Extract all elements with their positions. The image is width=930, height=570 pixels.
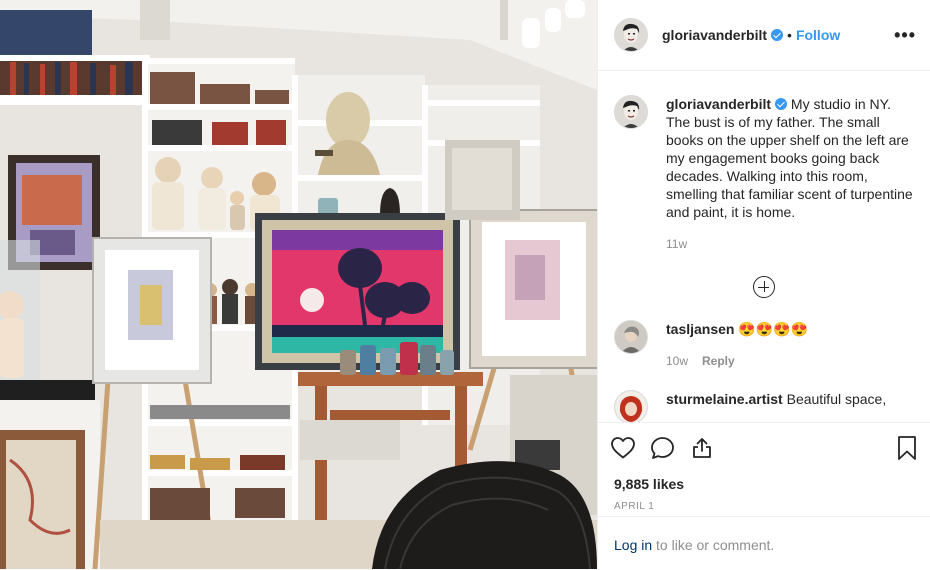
verified-badge-icon: [771, 29, 784, 41]
login-link[interactable]: Log in: [614, 537, 652, 553]
comments-list[interactable]: gloriavanderbilt My studio in NY. The bu…: [598, 72, 930, 422]
comment-time[interactable]: 10w: [666, 354, 688, 368]
reply-button[interactable]: Reply: [702, 354, 735, 368]
post-actions: 9,885 likes APRIL 1 Log in to like or co…: [598, 422, 930, 570]
avatar[interactable]: [614, 18, 648, 52]
comment-username[interactable]: sturmelaine.artist: [666, 391, 783, 407]
follow-button[interactable]: Follow: [796, 27, 840, 43]
avatar[interactable]: [614, 320, 648, 354]
likes-count[interactable]: 9,885 likes: [598, 463, 930, 492]
comment-icon[interactable]: [650, 436, 676, 460]
separator-dot: •: [787, 27, 792, 43]
post-date[interactable]: APRIL 1: [598, 492, 930, 512]
comment-text: Beautiful space,: [786, 391, 887, 407]
login-prompt: Log in to like or comment.: [598, 516, 930, 553]
verified-badge-icon: [775, 98, 788, 110]
heart-icon[interactable]: [610, 436, 636, 460]
comment-item: tasljansen 😍😍😍😍 10w Reply: [614, 320, 914, 370]
post-photo[interactable]: [0, 0, 597, 569]
comment-item: sturmelaine.artist Beautiful space,: [614, 390, 914, 422]
more-options-icon[interactable]: •••: [894, 26, 916, 44]
login-prompt-text: to like or comment.: [652, 537, 775, 553]
post-header: gloriavanderbilt • Follow •••: [598, 0, 930, 71]
post-username[interactable]: gloriavanderbilt: [662, 27, 767, 43]
caption-body: gloriavanderbilt My studio in NY. The bu…: [666, 95, 914, 253]
caption-username[interactable]: gloriavanderbilt: [666, 96, 771, 112]
caption-time[interactable]: 11w: [666, 237, 687, 251]
caption: gloriavanderbilt My studio in NY. The bu…: [614, 95, 914, 253]
comment-meta: 10w Reply: [666, 352, 914, 370]
plus-circle-icon[interactable]: [753, 276, 775, 298]
comment-body: tasljansen 😍😍😍😍 10w Reply: [666, 320, 914, 370]
comment-body: sturmelaine.artist Beautiful space,: [666, 390, 914, 422]
caption-text: My studio in NY. The bust is of my fathe…: [666, 96, 913, 220]
avatar[interactable]: [614, 390, 648, 422]
share-icon[interactable]: [690, 436, 714, 460]
comment-username[interactable]: tasljansen: [666, 321, 734, 337]
caption-meta: 11w: [666, 235, 914, 253]
avatar[interactable]: [614, 95, 648, 129]
post-side-panel: gloriavanderbilt • Follow ••• gloriavand…: [597, 0, 930, 569]
action-icons: [598, 423, 930, 463]
comment-text: 😍😍😍😍: [738, 321, 809, 337]
bookmark-icon[interactable]: [896, 435, 918, 461]
